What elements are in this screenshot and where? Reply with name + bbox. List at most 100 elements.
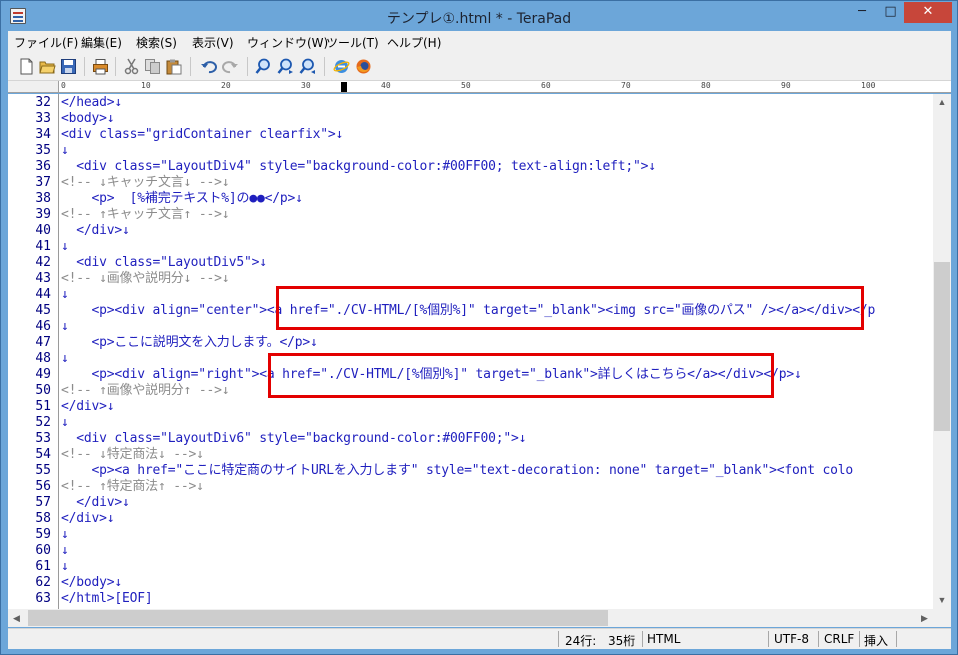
status-insert-mode[interactable]: 挿入	[864, 632, 888, 649]
code-line[interactable]: <!-- ↓キャッチ文言↓ -->↓	[61, 175, 230, 191]
line-number: 49	[35, 367, 51, 382]
ruler-label: 40	[381, 81, 391, 90]
cut-icon[interactable]	[123, 58, 140, 75]
ruler-label: 50	[461, 81, 471, 90]
line-number: 33	[35, 111, 51, 126]
code-line[interactable]: ↓	[61, 559, 69, 575]
line-number: 54	[35, 447, 51, 462]
ruler-label: 80	[701, 81, 711, 90]
code-line[interactable]: <p>ここに説明文を入力します。</p>↓	[61, 335, 318, 351]
code-line[interactable]: <div class="LayoutDiv6" style="backgroun…	[61, 431, 526, 447]
code-line[interactable]: </div>↓	[61, 511, 115, 527]
toolbar-separator	[324, 57, 325, 76]
find-icon[interactable]	[255, 58, 272, 75]
code-line[interactable]: </head>↓	[61, 95, 122, 111]
find-next-icon[interactable]	[277, 58, 294, 75]
ruler-label: 0	[61, 81, 66, 90]
title-bar[interactable]: テンプレ①.html * - TeraPad ─ □ ✕	[1, 1, 957, 31]
save-icon[interactable]	[60, 58, 77, 75]
menu-edit[interactable]: 編集(E)	[81, 34, 122, 51]
new-file-icon[interactable]	[18, 58, 35, 75]
code-line[interactable]: </body>↓	[61, 575, 122, 591]
scroll-left-arrow-icon[interactable]: ◀	[8, 609, 25, 627]
code-line[interactable]: </div>↓	[61, 399, 115, 415]
open-folder-icon[interactable]	[39, 58, 56, 75]
scroll-up-arrow-icon[interactable]: ▲	[933, 94, 951, 111]
line-number: 37	[35, 175, 51, 190]
line-number: 51	[35, 399, 51, 414]
status-newline[interactable]: CRLF	[824, 632, 854, 646]
status-syntax-mode[interactable]: HTML	[647, 632, 680, 646]
code-line[interactable]: <div class="LayoutDiv4" style="backgroun…	[61, 159, 656, 175]
line-number: 45	[35, 303, 51, 318]
status-separator	[768, 631, 769, 647]
line-number: 41	[35, 239, 51, 254]
ruler-label: 90	[781, 81, 791, 90]
scroll-right-arrow-icon[interactable]: ▶	[916, 609, 933, 627]
code-line[interactable]: </div>↓	[61, 223, 130, 239]
copy-icon[interactable]	[144, 58, 161, 75]
vertical-scrollbar[interactable]: ▲ ▼	[933, 94, 951, 609]
horizontal-scroll-thumb[interactable]	[28, 610, 608, 626]
line-number: 59	[35, 527, 51, 542]
code-line[interactable]: ↓	[61, 143, 69, 159]
horizontal-scrollbar[interactable]: ◀ ▶	[8, 609, 933, 627]
code-line[interactable]: <!-- ↑キャッチ文言↑ -->↓	[61, 207, 230, 223]
code-line[interactable]: <!-- ↑画像や説明分↑ -->↓	[61, 383, 230, 399]
ruler-label: 10	[141, 81, 151, 90]
status-separator	[896, 631, 897, 647]
line-number: 36	[35, 159, 51, 174]
menu-file[interactable]: ファイル(F)	[14, 34, 78, 51]
status-separator	[642, 631, 643, 647]
code-line[interactable]: <!-- ↓特定商法↓ -->↓	[61, 447, 204, 463]
ruler-label: 60	[541, 81, 551, 90]
highlight-box-line45	[276, 286, 864, 330]
code-line[interactable]: <body>↓	[61, 111, 115, 127]
vertical-scroll-thumb[interactable]	[934, 262, 950, 431]
redo-icon[interactable]	[222, 58, 239, 75]
window-title: テンプレ①.html * - TeraPad	[386, 11, 572, 27]
print-icon[interactable]	[92, 58, 109, 75]
status-encoding[interactable]: UTF-8	[774, 632, 809, 646]
close-button[interactable]: ✕	[904, 2, 952, 23]
code-line[interactable]: <!-- ↓画像や説明分↓ -->↓	[61, 271, 230, 287]
scroll-down-arrow-icon[interactable]: ▼	[933, 592, 951, 609]
ie-browser-icon[interactable]	[333, 58, 350, 75]
code-line[interactable]: ↓	[61, 351, 69, 367]
code-line[interactable]: ↓	[61, 527, 69, 543]
code-line[interactable]: <p> [%補完テキスト%]の●●</p>↓	[61, 191, 303, 207]
code-line[interactable]: ↓	[61, 543, 69, 559]
line-number: 56	[35, 479, 51, 494]
status-separator	[859, 631, 860, 647]
line-number: 43	[35, 271, 51, 286]
firefox-browser-icon[interactable]	[355, 58, 372, 75]
code-line[interactable]: ↓	[61, 415, 69, 431]
column-ruler: 0 10 20 30 40 50 60 70 80 90 100	[8, 81, 951, 93]
line-number: 57	[35, 495, 51, 510]
menu-help[interactable]: ヘルプ(H)	[387, 34, 441, 51]
minimize-button[interactable]: ─	[848, 2, 876, 23]
menu-tools[interactable]: ツール(T)	[326, 34, 379, 51]
line-number: 58	[35, 511, 51, 526]
line-number-gutter: 32 33 34 35 36 37 38 39 40 41 42 43 44 45 46 47 48 49 50 51…	[8, 94, 59, 609]
code-line[interactable]: </html>[EOF]	[61, 591, 153, 607]
line-number: 34	[35, 127, 51, 142]
code-line[interactable]: ↓	[61, 287, 69, 303]
menu-search[interactable]: 検索(S)	[136, 34, 177, 51]
find-prev-icon[interactable]	[299, 58, 316, 75]
line-number: 46	[35, 319, 51, 334]
code-line[interactable]: </div>↓	[61, 495, 130, 511]
maximize-button[interactable]: □	[877, 2, 904, 23]
text-editor[interactable]: 32 33 34 35 36 37 38 39 40 41 42 43 44 45 46 47 48 49 50 51…	[8, 94, 933, 609]
code-line[interactable]: ↓	[61, 239, 69, 255]
paste-icon[interactable]	[165, 58, 182, 75]
undo-icon[interactable]	[200, 58, 217, 75]
code-line[interactable]: <div class="gridContainer clearfix">↓	[61, 127, 343, 143]
code-line[interactable]: ↓	[61, 319, 69, 335]
code-line[interactable]: <!-- ↑特定商法↑ -->↓	[61, 479, 204, 495]
ruler-gutter	[8, 81, 59, 92]
code-line[interactable]: <p><a href="ここに特定商のサイトURLを入力します" style="…	[61, 463, 854, 479]
menu-view[interactable]: 表示(V)	[192, 34, 234, 51]
code-line[interactable]: <div class="LayoutDiv5">↓	[61, 255, 267, 271]
menu-window[interactable]: ウィンドウ(W)	[247, 34, 328, 51]
